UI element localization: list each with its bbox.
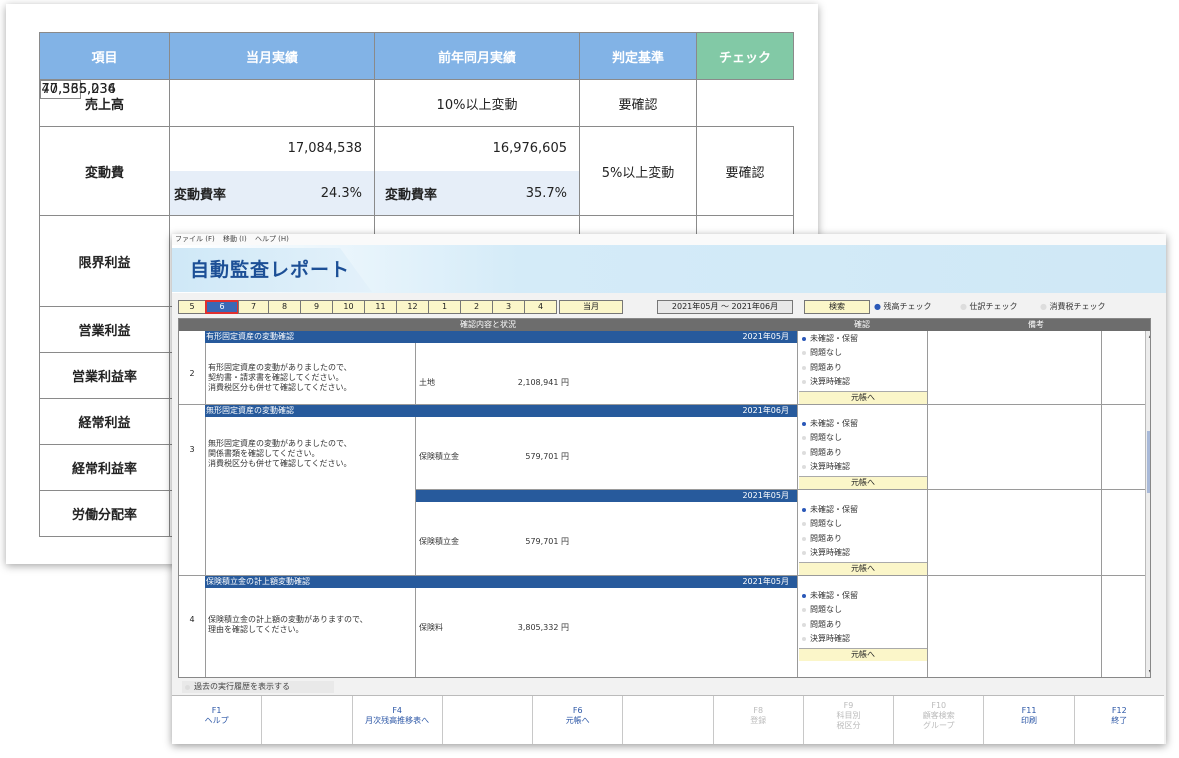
fkey-blank bbox=[443, 696, 534, 744]
confirm-options: 未確認・保留 問題なし 問題あり 決算時確認 bbox=[799, 417, 927, 474]
f9-tax-category-button[interactable]: F9 科目別 税区分 bbox=[804, 696, 895, 744]
tab-month-1[interactable]: 1 bbox=[428, 300, 461, 314]
menu-help[interactable]: ヘルプ (H) bbox=[255, 235, 289, 243]
f12-exit-button[interactable]: F12 終了 bbox=[1075, 696, 1164, 744]
ledger-button[interactable]: 元帳へ bbox=[799, 648, 927, 661]
vertical-scrollbar[interactable]: ▲ ▼ bbox=[1145, 331, 1150, 677]
scroll-thumb[interactable] bbox=[1147, 431, 1150, 493]
f4-monthly-balance-button[interactable]: F4 月次残高推移表へ bbox=[353, 696, 443, 744]
ledger-button[interactable]: 元帳へ bbox=[799, 391, 927, 404]
tab-month-7[interactable]: 7 bbox=[238, 300, 269, 314]
header-current: 当月実績 bbox=[169, 32, 375, 80]
function-key-bar: F1 ヘルプ F4 月次残高推移表へ F6 元帳へ F8 登録 F9 科目別 税区分 F10… bbox=[172, 695, 1164, 744]
confirm-options: 未確認・保留 問題なし 問題あり 決算時確認 bbox=[799, 503, 927, 560]
f8-register-button[interactable]: F8 登録 bbox=[714, 696, 804, 744]
grid-header: 確認内容と状況 確認 備考 bbox=[179, 319, 1150, 331]
option-no-problem[interactable]: 問題なし bbox=[799, 603, 927, 617]
option-problem[interactable]: 問題あり bbox=[799, 618, 927, 632]
f1-help-button[interactable]: F1 ヘルプ bbox=[172, 696, 263, 744]
menu-move[interactable]: 移動 (I) bbox=[223, 235, 247, 243]
tab-month-12[interactable]: 12 bbox=[396, 300, 429, 314]
tab-month-2[interactable]: 2 bbox=[460, 300, 493, 314]
f10-customer-search-button[interactable]: F10 顧客検索 グループ bbox=[894, 696, 985, 744]
audit-report-window: ファイル (F) 移動 (I) ヘルプ (H) 自動監査レポート 5 6 7 8… bbox=[172, 234, 1166, 744]
option-problem[interactable]: 問題あり bbox=[799, 446, 927, 460]
period-display: 2021年05月 ～ 2021年06月 bbox=[657, 300, 793, 314]
ledger-button[interactable]: 元帳へ bbox=[799, 476, 927, 489]
option-unconfirmed[interactable]: 未確認・保留 bbox=[799, 332, 927, 346]
table-row: 売上高 70,336,034 47,565,236 10%以上変動 要確認 bbox=[39, 79, 794, 127]
tab-month-4[interactable]: 4 bbox=[524, 300, 557, 314]
title-banner: 自動監査レポート bbox=[172, 245, 1166, 293]
f11-print-button[interactable]: F11 印刷 bbox=[984, 696, 1075, 744]
fkey-blank bbox=[623, 696, 714, 744]
tab-month-9[interactable]: 9 bbox=[300, 300, 333, 314]
header-criteria: 判定基準 bbox=[579, 32, 697, 80]
scroll-up-icon[interactable]: ▲ bbox=[1147, 332, 1150, 339]
section-bar: 有形固定資産の変動確認 2021年05月 bbox=[205, 331, 797, 343]
menu-bar: ファイル (F) 移動 (I) ヘルプ (H) bbox=[172, 234, 1166, 245]
option-closing-check[interactable]: 決算時確認 bbox=[799, 546, 927, 560]
fkey-blank bbox=[262, 696, 353, 744]
confirm-options: 未確認・保留 問題なし 問題あり 決算時確認 bbox=[799, 332, 927, 389]
tab-month-5[interactable]: 5 bbox=[178, 300, 206, 314]
option-no-problem[interactable]: 問題なし bbox=[799, 431, 927, 445]
current-month-button[interactable]: 当月 bbox=[559, 300, 623, 314]
section-bar: 保険積立金の計上額変動確認 2021年05月 bbox=[205, 576, 797, 588]
ledger-button[interactable]: 元帳へ bbox=[799, 562, 927, 575]
option-unconfirmed[interactable]: 未確認・保留 bbox=[799, 417, 927, 431]
history-toggle[interactable]: 過去の実行履歴を表示する bbox=[182, 681, 334, 693]
radio-balance-check[interactable]: ● 残高チェック bbox=[874, 301, 932, 312]
option-unconfirmed[interactable]: 未確認・保留 bbox=[799, 589, 927, 603]
search-button[interactable]: 検索 bbox=[804, 300, 870, 314]
confirm-options: 未確認・保留 問題なし 問題あり 決算時確認 bbox=[799, 589, 927, 646]
header-check: チェック bbox=[696, 32, 794, 80]
option-closing-check[interactable]: 決算時確認 bbox=[799, 460, 927, 474]
tab-month-6[interactable]: 6 bbox=[205, 300, 239, 314]
option-problem[interactable]: 問題あり bbox=[799, 361, 927, 375]
window-title: 自動監査レポート bbox=[190, 259, 351, 281]
option-closing-check[interactable]: 決算時確認 bbox=[799, 375, 927, 389]
check-grid: 確認内容と状況 確認 備考 有形固定資産の変動確認 2021年05月 2 有形固定… bbox=[178, 318, 1151, 678]
menu-file[interactable]: ファイル (F) bbox=[175, 235, 215, 243]
option-unconfirmed[interactable]: 未確認・保留 bbox=[799, 503, 927, 517]
tab-month-11[interactable]: 11 bbox=[364, 300, 397, 314]
option-no-problem[interactable]: 問題なし bbox=[799, 346, 927, 360]
radio-journal-check[interactable]: ● 仕訳チェック bbox=[960, 301, 1018, 312]
tab-month-8[interactable]: 8 bbox=[268, 300, 301, 314]
radio-tax-check[interactable]: ● 消費税チェック bbox=[1040, 301, 1106, 312]
header-prior: 前年同月実績 bbox=[374, 32, 580, 80]
header-item: 項目 bbox=[39, 32, 170, 80]
section-bar: 2021年05月 bbox=[416, 490, 797, 502]
option-no-problem[interactable]: 問題なし bbox=[799, 517, 927, 531]
option-problem[interactable]: 問題あり bbox=[799, 532, 927, 546]
table-row: 変動費 17,084,538 変動費率 24.3% 16,976,605 変動費率… bbox=[39, 126, 794, 216]
section-bar: 無形固定資産の変動確認 2021年06月 bbox=[205, 405, 797, 417]
tab-month-10[interactable]: 10 bbox=[332, 300, 365, 314]
scroll-down-icon[interactable]: ▼ bbox=[1147, 669, 1150, 676]
f6-ledger-button[interactable]: F6 元帳へ bbox=[533, 696, 624, 744]
tab-month-3[interactable]: 3 bbox=[492, 300, 525, 314]
option-closing-check[interactable]: 決算時確認 bbox=[799, 632, 927, 646]
month-tabs: 5 6 7 8 9 10 11 12 1 2 3 4 bbox=[178, 300, 557, 314]
